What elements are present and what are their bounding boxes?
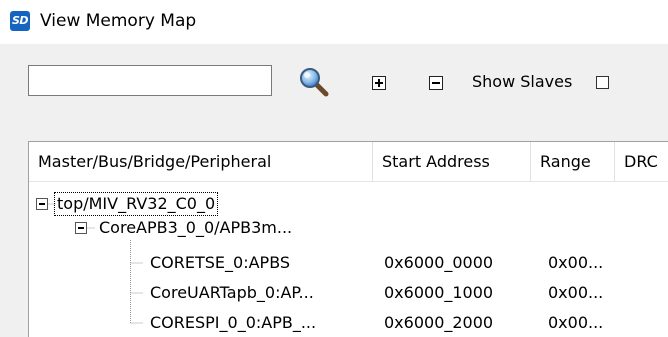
tree-toggle-bus[interactable] [75, 222, 87, 234]
show-slaves-label: Show Slaves [472, 72, 573, 91]
plus-box-icon [375, 79, 383, 87]
search-button[interactable] [298, 66, 330, 98]
window-title: View Memory Map [40, 11, 197, 31]
start-address-cell: 0x6000_0000 [384, 253, 494, 272]
tree-node-root[interactable]: top/MIV_RV32_C0_0 [53, 192, 219, 216]
search-input[interactable] [28, 65, 272, 96]
minus-box-icon [78, 227, 84, 229]
tree-node-peripheral[interactable]: CoreUARTapb_0:AP... [150, 282, 314, 304]
minus-box-icon [39, 203, 45, 205]
title-bar: SD View Memory Map [0, 0, 668, 44]
expand-all-button[interactable] [372, 76, 386, 90]
dialog-client-area: Show Slaves Master/Bus/Bridge/Peripheral… [0, 44, 668, 337]
range-cell: 0x00... [548, 253, 604, 272]
tree-node-bus[interactable]: CoreAPB3_0_0/APB3m... [99, 217, 292, 239]
tree-toggle-root[interactable] [36, 198, 48, 210]
range-cell: 0x00... [548, 283, 604, 302]
tree-node-peripheral[interactable]: CORETSE_0:APBS [150, 252, 290, 274]
show-slaves-checkbox[interactable] [596, 76, 609, 89]
app-logo-icon: SD [10, 11, 30, 31]
minus-box-icon [432, 82, 440, 84]
start-address-cell: 0x6000_2000 [384, 313, 494, 332]
collapse-all-button[interactable] [429, 76, 443, 90]
memory-map-tree[interactable]: Master/Bus/Bridge/Peripheral Start Addre… [28, 141, 668, 337]
tree-connector-lines [48, 203, 143, 324]
magnifier-icon [300, 68, 329, 97]
tree-node-peripheral[interactable]: CORESPI_0_0:APB_... [150, 312, 316, 334]
range-cell: 0x00... [548, 313, 604, 332]
start-address-cell: 0x6000_1000 [384, 283, 494, 302]
